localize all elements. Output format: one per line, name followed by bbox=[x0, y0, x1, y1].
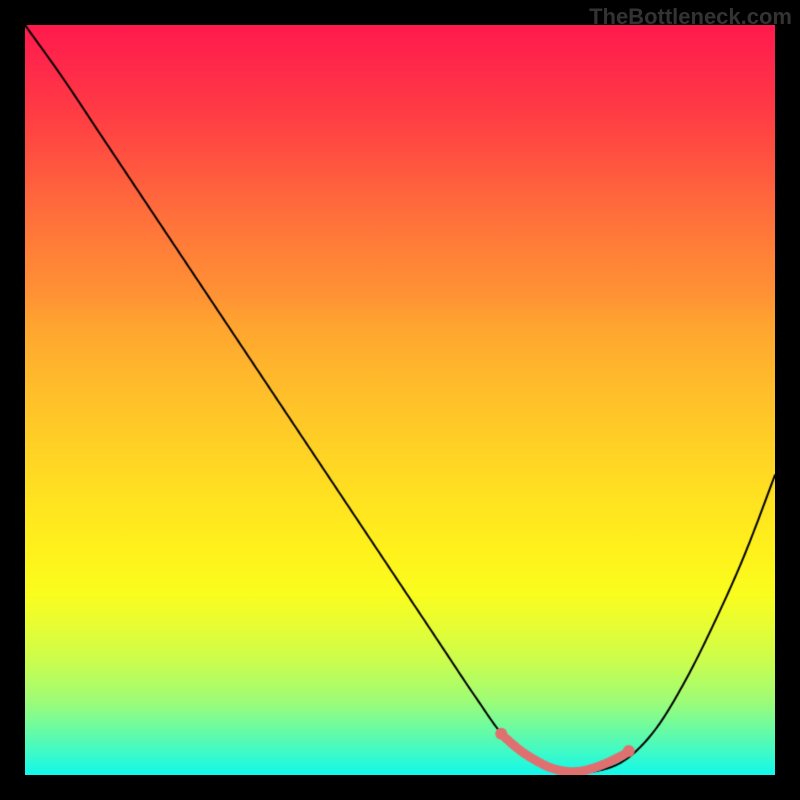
bottleneck-plot bbox=[25, 25, 775, 775]
curve-canvas bbox=[25, 25, 775, 775]
watermark-text: TheBottleneck.com bbox=[589, 4, 792, 30]
